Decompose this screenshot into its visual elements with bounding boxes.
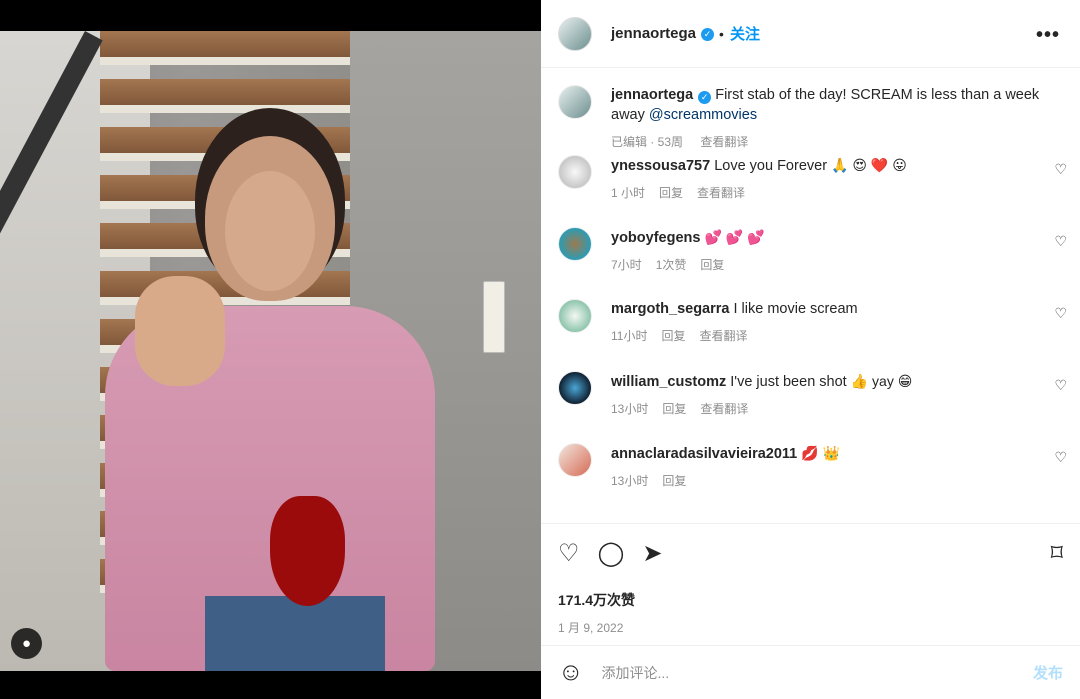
like-comment-icon[interactable]: ♡ — [1054, 449, 1067, 466]
translate-button[interactable]: 查看翻译 — [700, 402, 748, 416]
comment-avatar[interactable] — [558, 299, 592, 333]
share-icon[interactable]: ➤ — [642, 539, 662, 568]
likes-count[interactable]: 171.4万次赞 — [558, 590, 1063, 610]
caption-meta: 已编辑 · 53周 查看翻译 — [611, 133, 1063, 150]
comment-text: yoboyfegens 💕 💕 💕 — [611, 227, 1063, 248]
caption-translate-link[interactable]: 查看翻译 — [700, 135, 748, 149]
comment-emojis: 🙏 😍 ❤️ 😛 — [831, 157, 907, 173]
comment-emojis: 💕 💕 💕 — [704, 229, 765, 245]
post-date: 1 月 9, 2022 — [558, 621, 624, 635]
comment-avatar[interactable] — [558, 443, 592, 477]
comment-meta: 7小时 1次赞 回复 — [611, 256, 1063, 273]
comment-text: margoth_segarra I like movie scream — [611, 299, 1063, 319]
like-comment-icon[interactable]: ♡ — [1054, 377, 1067, 394]
like-comment-icon[interactable]: ♡ — [1054, 161, 1067, 178]
reply-button[interactable]: 回复 — [662, 402, 686, 416]
post-caption: jennaortega ✓ First stab of the day! SCRE… — [541, 85, 1080, 155]
like-comment-icon[interactable]: ♡ — [1054, 233, 1067, 250]
reply-button[interactable]: 回复 — [661, 329, 685, 343]
add-comment-bar: ☺ 添加评论... 发布 — [541, 645, 1080, 699]
translate-button[interactable]: 查看翻译 — [699, 329, 747, 343]
comment-avatar[interactable] — [558, 371, 592, 405]
comments-list[interactable]: jennaortega ✓ First stab of the day! SCRE… — [541, 68, 1080, 523]
caption-age: 已编辑 · 53周 — [611, 135, 684, 149]
separator-dot: • — [719, 25, 724, 42]
post-photo — [0, 31, 541, 671]
comment-body: margoth_segarra I like movie scream 11小时… — [611, 299, 1063, 371]
translate-button[interactable]: 查看翻译 — [697, 186, 745, 200]
comment-username[interactable]: yoboyfegens — [611, 230, 700, 246]
comment-avatar[interactable] — [558, 227, 592, 261]
photo-person — [50, 116, 480, 671]
verified-icon: ✓ — [698, 91, 712, 104]
comment-username[interactable]: william_customz — [611, 374, 726, 390]
comment-message: Love you Forever — [714, 158, 828, 174]
emoji-icon[interactable]: ☺ — [558, 658, 584, 687]
user-tag-icon[interactable]: ● — [11, 628, 42, 659]
comment-time: 11小时 — [611, 329, 648, 343]
author-avatar[interactable] — [558, 16, 592, 51]
post-comment-button[interactable]: 发布 — [1033, 662, 1063, 683]
comment-username[interactable]: ynessousa757 — [611, 158, 710, 174]
light-switch — [483, 281, 505, 353]
comment-message: I've just been shot — [730, 374, 847, 390]
comment-body: yoboyfegens 💕 💕 💕 7小时 1次赞 回复 — [611, 227, 1063, 299]
post-actions: ♡ ◯ ➤ ⌑ 171.4万次赞 1 月 9, 2022 — [541, 523, 1080, 643]
caption-avatar[interactable] — [558, 85, 592, 119]
comment-item: william_customz I've just been shot 👍 ya… — [541, 371, 1080, 443]
comment-avatar[interactable] — [558, 155, 592, 189]
comment-meta: 13小时 回复 查看翻译 — [611, 400, 1063, 417]
comment-body: william_customz I've just been shot 👍 ya… — [611, 371, 1063, 443]
caption-text: jennaortega ✓ First stab of the day! SCRE… — [611, 85, 1063, 125]
comment-body: annaclaradasilvavieira2011 💋 👑 13小时 回复 — [611, 443, 1063, 515]
comment-body: ynessousa757 Love you Forever 🙏 😍 ❤️ 😛 1… — [611, 155, 1063, 227]
follow-button[interactable]: 关注 — [730, 23, 760, 44]
more-options-icon[interactable]: ••• — [1036, 24, 1060, 47]
comment-meta: 13小时 回复 — [611, 472, 1063, 489]
caption-mention[interactable]: @screammovies — [649, 107, 757, 123]
comment-emojis: 💋 👑 — [801, 445, 841, 461]
action-bar: ♡ ◯ ➤ ⌑ — [558, 539, 1063, 568]
comment-emojis: 👍 yay 😁 — [850, 373, 913, 389]
verified-icon: ✓ — [701, 28, 715, 41]
bookmark-icon[interactable]: ⌑ — [1051, 539, 1063, 568]
post-detail-panel: jennaortega ✓ • 关注 ••• jennaortega ✓ Firs… — [541, 0, 1080, 699]
comment-time: 1 小时 — [611, 186, 646, 200]
comment-message: I like movie scream — [733, 301, 858, 317]
comment-meta: 11小时 回复 查看翻译 — [611, 327, 1063, 344]
comment-text: annaclaradasilvavieira2011 💋 👑 — [611, 443, 1063, 464]
comment-item: ynessousa757 Love you Forever 🙏 😍 ❤️ 😛 1… — [541, 155, 1080, 227]
comment-item: yoboyfegens 💕 💕 💕 7小时 1次赞 回复 ♡ — [541, 227, 1080, 299]
comment-username[interactable]: annaclaradasilvavieira2011 — [611, 446, 797, 462]
comment-meta: 1 小时 回复 查看翻译 — [611, 184, 1063, 201]
comment-text: ynessousa757 Love you Forever 🙏 😍 ❤️ 😛 — [611, 155, 1063, 176]
post-media[interactable]: ● — [0, 0, 541, 699]
comment-time: 13小时 — [611, 402, 649, 416]
reply-button[interactable]: 回复 — [662, 474, 686, 488]
comment-icon[interactable]: ◯ — [598, 539, 625, 568]
comment-item: margoth_segarra I like movie scream 11小时… — [541, 299, 1080, 371]
caption-body: jennaortega ✓ First stab of the day! SCRE… — [611, 85, 1063, 155]
author-username[interactable]: jennaortega — [611, 25, 696, 42]
comment-username[interactable]: margoth_segarra — [611, 301, 729, 317]
comment-text: william_customz I've just been shot 👍 ya… — [611, 371, 1063, 392]
caption-username[interactable]: jennaortega — [611, 87, 693, 103]
like-comment-icon[interactable]: ♡ — [1054, 305, 1067, 322]
comment-time: 13小时 — [611, 474, 649, 488]
reply-button[interactable]: 回复 — [659, 186, 683, 200]
comment-likes[interactable]: 1次赞 — [656, 258, 687, 272]
comment-time: 7小时 — [611, 258, 642, 272]
comment-item: annaclaradasilvavieira2011 💋 👑 13小时 回复 ♡ — [541, 443, 1080, 515]
reply-button[interactable]: 回复 — [700, 258, 724, 272]
post-header: jennaortega ✓ • 关注 ••• — [541, 0, 1080, 68]
comment-input[interactable]: 添加评论... — [602, 663, 1033, 683]
like-icon[interactable]: ♡ — [558, 539, 580, 568]
